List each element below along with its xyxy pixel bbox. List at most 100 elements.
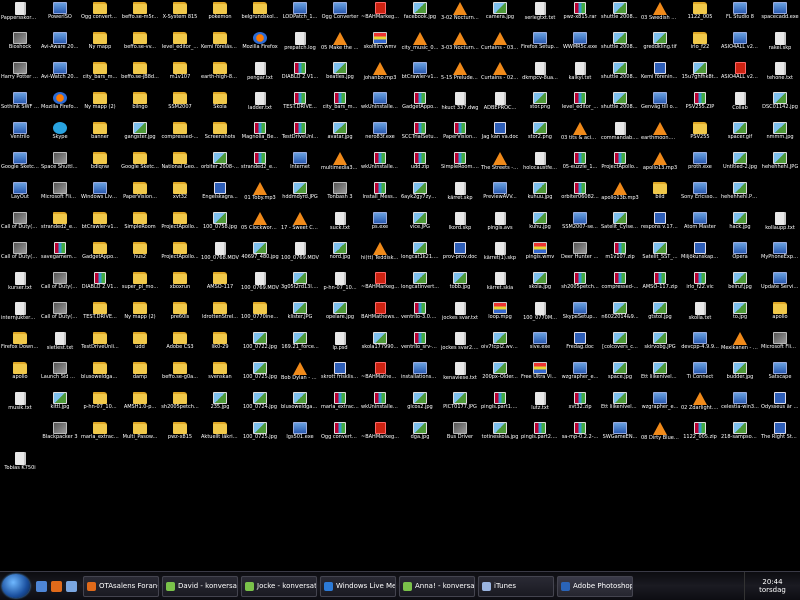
desktop-icon[interactable]: pingis.wmv [520, 240, 560, 270]
desktop-icon[interactable]: wkUninstaller(3)... [360, 150, 400, 180]
desktop-icon[interactable]: facebook.jpg [400, 0, 440, 30]
desktop-icon[interactable]: gangster.jpg [120, 120, 160, 150]
desktop-icon[interactable]: Microsoft Flight Simulator X [760, 330, 800, 360]
desktop-icon[interactable]: irlo_f22.vic [680, 270, 720, 300]
desktop-icon[interactable]: Genväg till orbiter.exe [640, 90, 680, 120]
desktop-icon[interactable]: p-hn-07_10... [80, 390, 120, 420]
desktop-icon[interactable]: xvt32.zip [560, 390, 600, 420]
desktop-icon[interactable]: musik.txt [0, 390, 40, 420]
desktop-icon[interactable]: tobb.jpg [440, 270, 480, 300]
desktop-icon[interactable]: blusoweldgam... [280, 390, 320, 420]
desktop-icon[interactable]: hddmdyrd.JPG [280, 180, 320, 210]
desktop-icon[interactable]: oiv7tcpl2.wv3... [480, 330, 520, 360]
desktop-icon[interactable]: beffo.se-jB8d... [120, 60, 160, 90]
desktop-icon[interactable]: [colcovers_c... [600, 330, 640, 360]
desktop-icon[interactable]: wzgrapher_e... [560, 360, 600, 390]
desktop-icon[interactable]: Aktuellt läkrivkord [200, 420, 240, 450]
desktop-icon[interactable]: 235.jpg [200, 390, 240, 420]
desktop-icon[interactable]: compressed-... [160, 120, 200, 150]
desktop-icon[interactable]: kärret(1).skp [480, 240, 520, 270]
desktop-icon[interactable]: earthmoon.mp3 [640, 120, 680, 150]
desktop-icon[interactable]: stranded2_en... [240, 150, 280, 180]
desktop-icon[interactable]: DSC01142.jpg [760, 90, 800, 120]
desktop-icon[interactable]: sh2005petch... [160, 390, 200, 420]
desktop-icon[interactable]: TestDriveUnli... [80, 330, 120, 360]
desktop-icon[interactable]: Odysseus är en roman av... [760, 390, 800, 420]
desktop-icon[interactable]: pingis.avs [480, 210, 520, 240]
desktop-icon[interactable]: X-System 815 [160, 0, 200, 30]
desktop-icon[interactable]: udd [120, 330, 160, 360]
desktop-icon[interactable]: Curtains - 03 Don't Look D... [480, 30, 520, 60]
desktop-icon[interactable]: kalkyl.txt [560, 60, 600, 90]
desktop-icon[interactable]: Bus Driver [440, 420, 480, 450]
desktop-icon[interactable]: Satelit_Cylser... [600, 210, 640, 240]
desktop-icon[interactable]: Engelskagra... [200, 180, 240, 210]
desktop-icon[interactable]: dga.jpg [400, 420, 440, 450]
desktop-icon[interactable]: kuhuu.jpg [520, 180, 560, 210]
desktop-icon[interactable]: FL Studio 8 [720, 0, 760, 30]
desktop-icon[interactable]: Magnolia_Be... [240, 120, 280, 150]
desktop-icon[interactable]: 100_0770inej... [240, 300, 280, 330]
desktop-icon[interactable]: Call of Duty(R) 4 - Modern... [40, 300, 80, 330]
desktop-icon[interactable]: ~BAHMarkeg... [360, 420, 400, 450]
desktop-icon[interactable]: to.jpg [720, 300, 760, 330]
desktop-icon[interactable]: bilngo [120, 90, 160, 120]
desktop-icon[interactable]: apollo [0, 360, 40, 390]
desktop-icon[interactable]: 100_0722.jpg [240, 330, 280, 360]
desktop-icon[interactable]: 100_0768.MOV [200, 240, 240, 270]
desktop-icon[interactable]: SSM2007-se... [560, 210, 600, 240]
desktop-icon[interactable]: 100_0769.MOV [240, 270, 280, 300]
desktop-icon[interactable]: The Right Stuff.doc [760, 420, 800, 450]
desktop-icon[interactable]: 17 - Sweet Charles - Y... [280, 210, 320, 240]
taskbar-button[interactable]: iTunes [478, 575, 554, 597]
desktop-icon[interactable]: jockes svar2.txt [440, 330, 480, 360]
desktop-icon[interactable]: prepatch.log [280, 30, 320, 60]
desktop-icon[interactable]: 05 Make the Rosetta Wiki... [320, 30, 360, 60]
desktop-icon[interactable]: gicos2.jpg [400, 390, 440, 420]
desktop-icon[interactable]: orbiter06082... [560, 180, 600, 210]
desktop-icon[interactable]: pre60ls [160, 300, 200, 330]
desktop-icon[interactable]: Mozilla Firefox 3 Beta 4 [40, 90, 80, 120]
desktop-icon[interactable]: Call of Duty(R) 2 Singleplayer [0, 240, 40, 270]
desktop-icon[interactable]: sietlest.txt [40, 330, 80, 360]
desktop-icon[interactable]: Satelit_SST_... [640, 240, 680, 270]
desktop-icon[interactable]: jockes svar.txt [440, 300, 480, 330]
desktop-icon[interactable]: longcatinvert... [400, 270, 440, 300]
desktop-icon[interactable]: xboxrun [160, 270, 200, 300]
desktop-icon[interactable]: ~BAHMarkeg... [360, 0, 400, 30]
desktop-icon[interactable]: loop.mpg [480, 300, 520, 330]
desktop-icon[interactable]: earth-high-8v... [200, 60, 240, 90]
desktop-icon[interactable]: Jag kan va.doc [480, 120, 520, 150]
desktop-icon[interactable]: beffo.se-g0a... [160, 360, 200, 390]
desktop-icon[interactable]: johanbo.mp3 [360, 60, 400, 90]
desktop-icon[interactable]: Firefox Downloads [0, 330, 40, 360]
desktop-icon[interactable]: ladder.txt [240, 90, 280, 120]
desktop-icon[interactable]: hehehhehl.JPG [760, 150, 800, 180]
desktop-icon[interactable]: 40697_480.jpg [240, 240, 280, 270]
desktop-icon[interactable]: 100_0724.jpg [240, 390, 280, 420]
desktop-icon[interactable]: suck.txt [320, 210, 360, 240]
desktop-icon[interactable]: svenskan [200, 360, 240, 390]
desktop-icon[interactable]: 100_0770M... [520, 300, 560, 330]
desktop-icon[interactable]: kuhu.jpg [520, 210, 560, 240]
desktop-icon[interactable]: Ny mapp (2) [80, 90, 120, 120]
desktop-icon[interactable]: proth.exe [680, 150, 720, 180]
desktop-icon[interactable]: Blackpacker 3 [40, 420, 80, 450]
desktop-icon[interactable]: celestia-win3... [720, 390, 760, 420]
desktop-icon[interactable]: AMSH1.0-p... [120, 390, 160, 420]
desktop-icon[interactable]: pwz-x815.rar [560, 0, 600, 30]
desktop-icon[interactable]: ventrilo-3.0.1... [400, 300, 440, 330]
desktop-icon[interactable]: m1v107.zip [600, 240, 640, 270]
desktop-icon[interactable]: 08 Dirty Blue.mp3 [640, 420, 680, 450]
system-tray-clock[interactable]: 20:44 torsdag [744, 571, 800, 600]
desktop-icon[interactable]: installationsp... för Windows... [400, 360, 440, 390]
desktop-icon[interactable]: savegamema... [40, 240, 80, 270]
desktop-icon[interactable]: 03 tits & acid.mp3 [560, 120, 600, 150]
desktop-icon[interactable]: hus2 [120, 240, 160, 270]
desktop-icon[interactable]: irlo_f22 [680, 30, 720, 60]
desktop-icon[interactable]: Update Service [760, 270, 800, 300]
desktop-icon[interactable]: ProjectApollo... [160, 210, 200, 240]
desktop-icon[interactable]: ProjectApollo... [160, 240, 200, 270]
desktop-icon[interactable]: 5-15 Prelude #15 in D-fla... [440, 60, 480, 90]
desktop-icon[interactable]: Ny mapp [80, 30, 120, 60]
